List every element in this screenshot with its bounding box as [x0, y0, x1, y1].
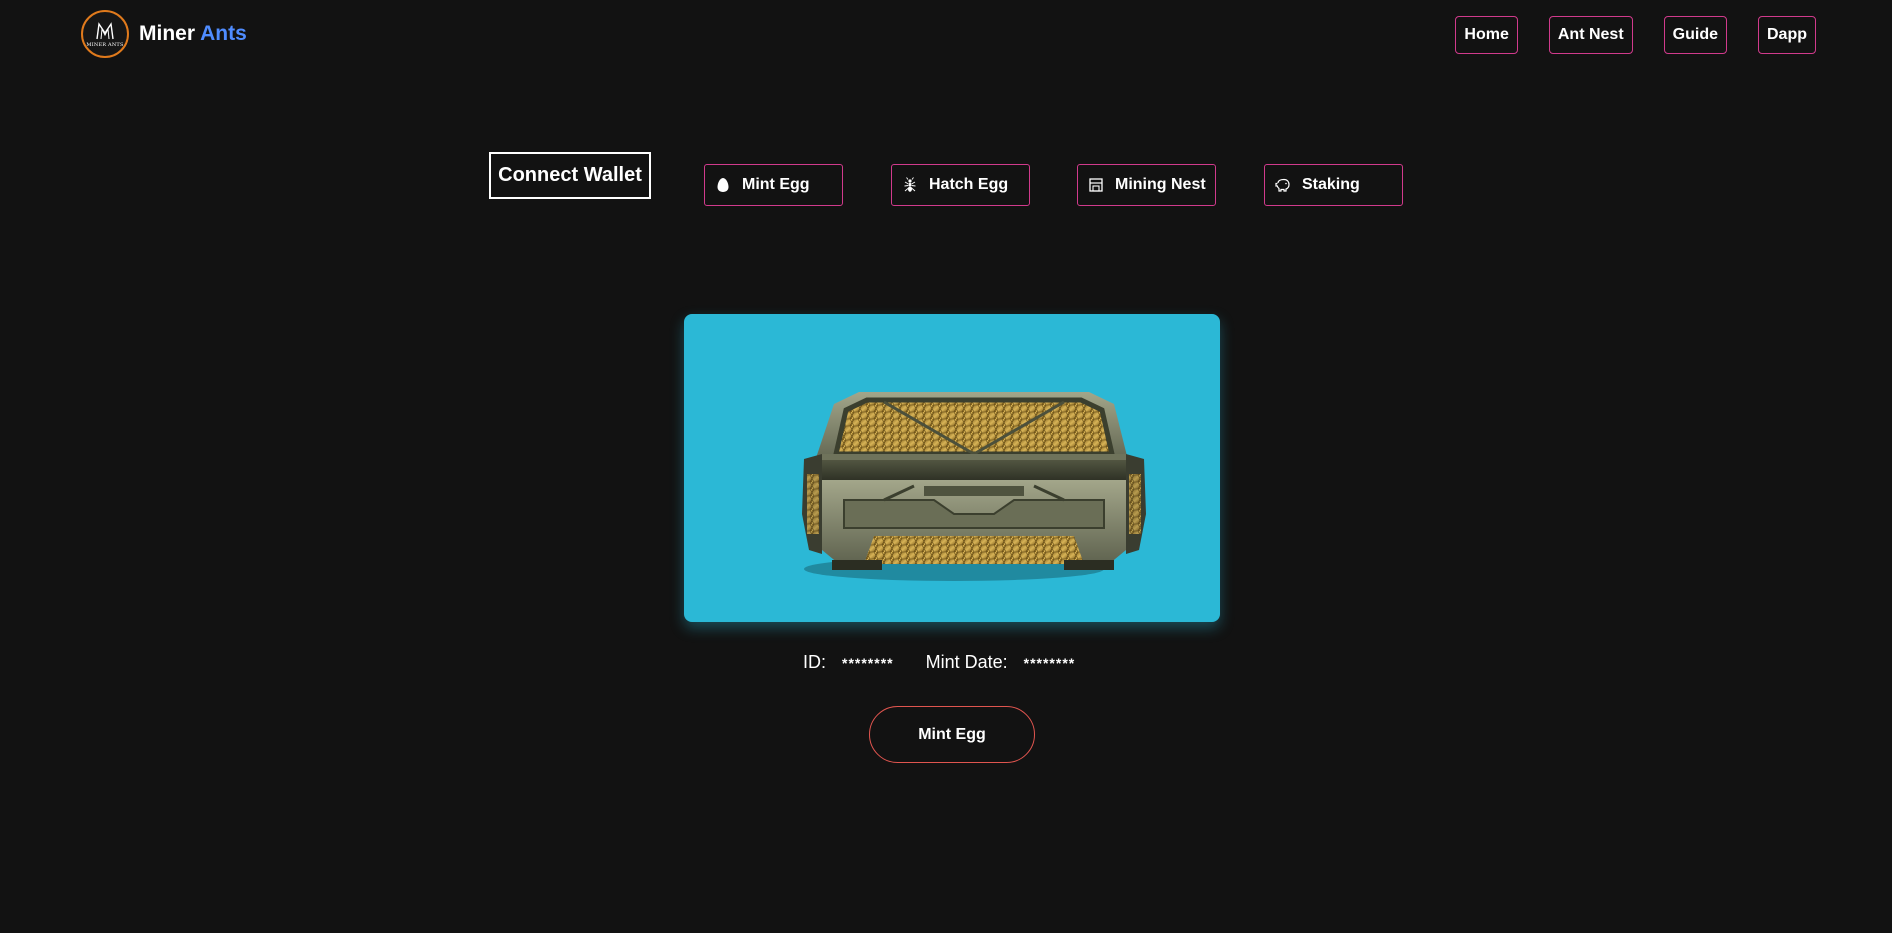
brand-name-second: Ants [200, 22, 247, 45]
connect-wallet-button[interactable]: Connect Wallet [489, 152, 651, 199]
piggy-bank-icon [1275, 177, 1291, 193]
mint-date-value: ******** [1023, 654, 1076, 671]
brand[interactable]: MINER ANTS Miner Ants [81, 10, 247, 58]
nav-dapp-button[interactable]: Dapp [1758, 16, 1816, 54]
ant-icon [902, 177, 918, 193]
id-value: ******** [842, 654, 894, 671]
nav-ant-nest-button[interactable]: Ant Nest [1548, 16, 1633, 54]
staking-tab-label: Staking [1302, 176, 1360, 193]
egg-crate-image [802, 392, 1146, 581]
id-label: ID: [803, 652, 827, 672]
egg-info: ID: ******** Mint Date: ******** [803, 652, 1075, 673]
hatch-egg-tab[interactable]: Hatch Egg [891, 164, 1030, 206]
staking-tab[interactable]: Staking [1264, 164, 1403, 206]
top-nav: Home Ant Nest Guide Dapp [1455, 16, 1816, 54]
page: MINER ANTS Miner Ants Home Ant Nest Guid… [0, 0, 1892, 933]
mining-nest-tab[interactable]: Mining Nest [1077, 164, 1216, 206]
mint-date-label: Mint Date: [925, 652, 1008, 672]
ant-logo-icon [96, 21, 114, 39]
logo: MINER ANTS [81, 10, 129, 58]
hatch-egg-tab-label: Hatch Egg [929, 176, 1009, 193]
mint-egg-tab-label: Mint Egg [742, 176, 810, 193]
mining-nest-tab-label: Mining Nest [1115, 176, 1206, 193]
brand-name: Miner Ants [139, 22, 247, 46]
mint-egg-button[interactable]: Mint Egg [869, 706, 1035, 763]
nest-icon [1088, 177, 1104, 193]
logo-caption: MINER ANTS [86, 41, 124, 48]
egg-card [684, 314, 1220, 622]
nav-guide-button[interactable]: Guide [1663, 16, 1727, 54]
mint-egg-tab[interactable]: Mint Egg [704, 164, 843, 206]
egg-icon [715, 177, 731, 193]
brand-name-first: Miner [139, 22, 196, 45]
nav-home-button[interactable]: Home [1455, 16, 1518, 54]
